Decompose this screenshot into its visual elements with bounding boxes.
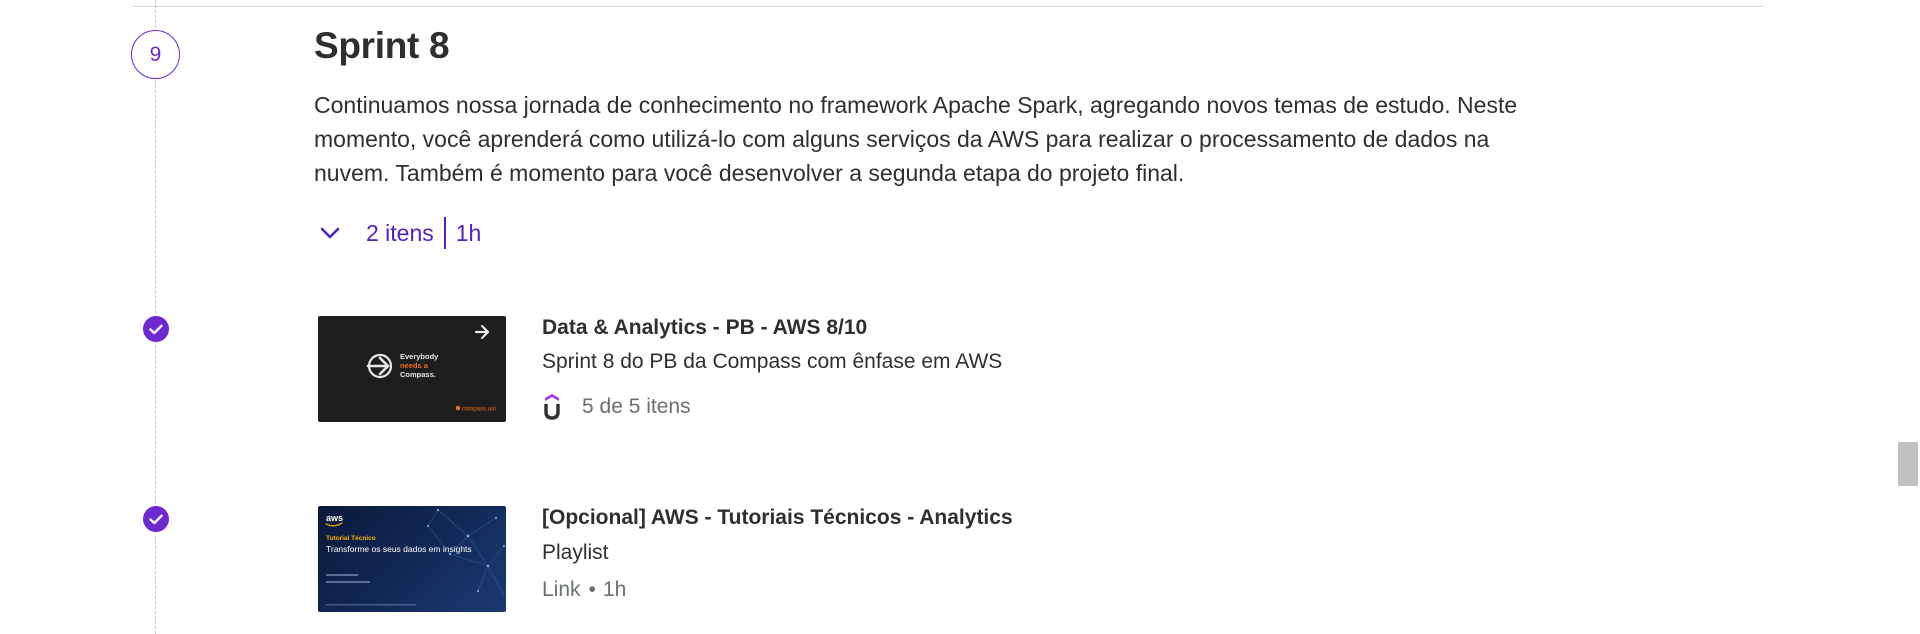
item-title[interactable]: [Opcional] AWS - Tutoriais Técnicos - An…: [542, 506, 1013, 530]
section-duration: 1h: [455, 219, 482, 246]
item-subtitle: Playlist: [542, 541, 609, 564]
section-number-badge: 9: [131, 30, 180, 79]
playlist-thumbnail[interactable]: aws Tutorial Técnico Transforme os seus …: [318, 506, 506, 612]
thumb-tagline-2: needs a: [400, 361, 429, 370]
chevron-down-icon: [314, 217, 346, 249]
aws-logo: aws: [326, 513, 343, 523]
thumb-headline: Transforme os seus dados em insights: [326, 544, 472, 554]
udemy-logo-icon: [542, 392, 570, 422]
item-title[interactable]: Data & Analytics - PB - AWS 8/10: [542, 316, 867, 340]
scrollbar-thumb[interactable]: [1898, 442, 1918, 486]
meta-separator: [443, 217, 446, 249]
progress-text: 5 de 5 itens: [582, 395, 691, 418]
course-thumbnail[interactable]: Everybody needs a Compass. compass.uol: [318, 316, 506, 422]
aws-thumbnail-art: aws Tutorial Técnico Transforme os seus …: [325, 508, 506, 606]
thumb-tagline-3: Compass.: [400, 370, 436, 379]
thumb-tagline-1: Everybody: [400, 352, 439, 361]
course-curriculum: 9 Sprint 8 Continuamos nossa jornada de …: [0, 0, 1920, 634]
item-duration: 1h: [602, 578, 627, 601]
completed-check-icon: [143, 506, 169, 532]
item-meta: Link • 1h: [542, 578, 626, 602]
item-type: Link: [542, 578, 581, 601]
section-number: 9: [149, 42, 162, 66]
thumb-brand: compass.uol: [462, 407, 496, 413]
items-count: 2 itens: [366, 219, 434, 246]
completed-check-icon: [143, 316, 169, 342]
item-progress: 5 de 5 itens: [542, 392, 691, 422]
item-subtitle: Sprint 8 do PB da Compass com ênfase em …: [542, 350, 1003, 373]
section-divider: [132, 6, 1764, 7]
section-expand-toggle[interactable]: 2 itens 1h: [314, 216, 481, 250]
section-description: Continuamos nossa jornada de conheciment…: [314, 92, 1518, 186]
meta-dot: •: [588, 578, 596, 601]
thumb-label: Tutorial Técnico: [326, 535, 376, 542]
compass-thumbnail-art: Everybody needs a Compass. compass.uol: [366, 324, 496, 413]
section-title: Sprint 8: [314, 25, 450, 66]
